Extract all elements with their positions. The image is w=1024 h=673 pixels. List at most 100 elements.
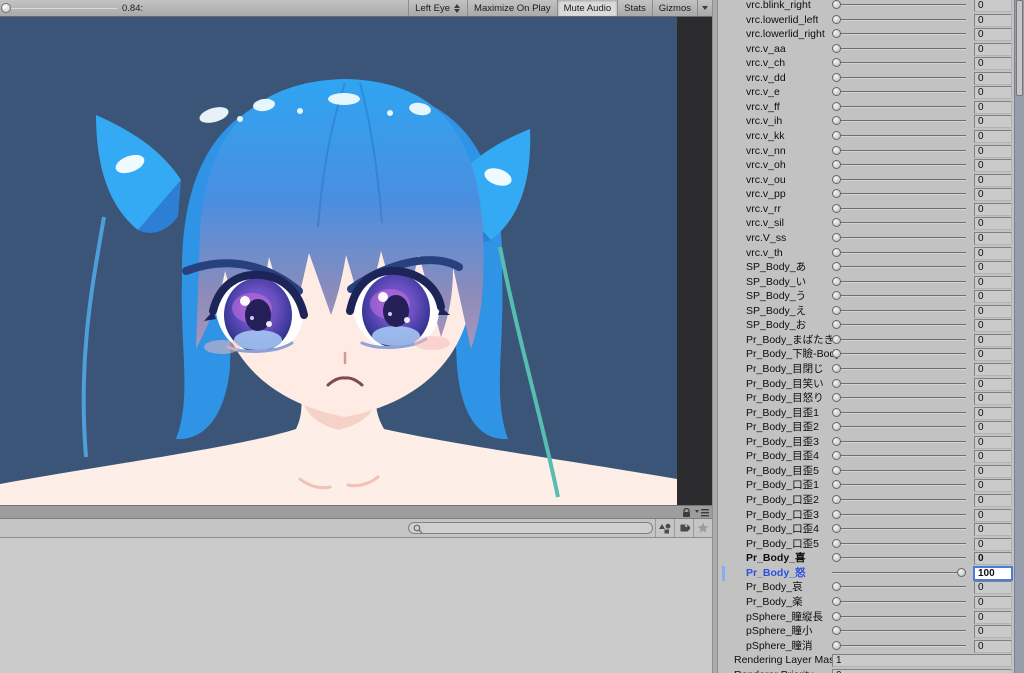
blendshape-value-field[interactable]: 0 bbox=[974, 421, 1012, 435]
slider-handle[interactable] bbox=[832, 116, 841, 126]
property-value-field[interactable]: 0 bbox=[832, 668, 1012, 673]
blendshape-value-field[interactable]: 0 bbox=[974, 581, 1012, 595]
slider-handle[interactable] bbox=[832, 451, 841, 461]
blendshape-slider[interactable] bbox=[832, 216, 966, 231]
slider-handle[interactable] bbox=[832, 320, 841, 330]
blendshape-value-field[interactable]: 0 bbox=[974, 392, 1012, 406]
blendshape-value-field[interactable]: 0 bbox=[974, 71, 1012, 85]
lock-icon[interactable] bbox=[682, 507, 691, 518]
slider-handle[interactable] bbox=[832, 276, 841, 286]
blendshape-value-field[interactable]: 0 bbox=[974, 363, 1012, 376]
blendshape-value-field[interactable]: 0 bbox=[974, 275, 1012, 289]
slider-handle[interactable] bbox=[832, 203, 841, 213]
blendshape-slider[interactable] bbox=[832, 377, 966, 392]
blendshape-value-field[interactable]: 0 bbox=[974, 28, 1012, 42]
blendshape-slider[interactable] bbox=[832, 202, 966, 217]
blendshape-value-field[interactable]: 0 bbox=[974, 246, 1012, 260]
blendshape-slider[interactable] bbox=[832, 289, 966, 304]
slider-handle[interactable] bbox=[832, 509, 841, 519]
slider-handle[interactable] bbox=[832, 524, 841, 534]
blendshape-slider[interactable] bbox=[832, 551, 966, 566]
slider-handle[interactable] bbox=[832, 436, 841, 446]
slider-handle[interactable] bbox=[832, 364, 841, 373]
search-input[interactable] bbox=[408, 522, 653, 534]
zoom-slider-handle[interactable] bbox=[1, 3, 11, 13]
blendshape-value-field[interactable]: 0 bbox=[974, 261, 1012, 275]
blendshape-slider[interactable] bbox=[832, 129, 966, 144]
slider-handle[interactable] bbox=[832, 291, 841, 301]
blendshape-value-field[interactable]: 0 bbox=[974, 537, 1012, 551]
blendshape-value-field[interactable]: 0 bbox=[974, 173, 1012, 187]
blendshape-value-field[interactable]: 0 bbox=[974, 494, 1012, 508]
panel-menu-icon[interactable] bbox=[695, 508, 709, 517]
blendshape-slider[interactable] bbox=[832, 71, 966, 86]
slider-handle[interactable] bbox=[832, 262, 841, 272]
blendshape-value-field[interactable]: 0 bbox=[974, 479, 1012, 493]
slider-handle[interactable] bbox=[832, 29, 841, 39]
slider-handle[interactable] bbox=[832, 334, 841, 344]
slider-handle[interactable] bbox=[832, 422, 841, 432]
blendshape-slider[interactable] bbox=[832, 595, 966, 610]
blendshape-slider[interactable] bbox=[832, 275, 966, 290]
blendshape-value-field[interactable]: 0 bbox=[974, 406, 1012, 420]
blendshape-slider[interactable] bbox=[832, 478, 966, 493]
slider-handle[interactable] bbox=[832, 0, 841, 9]
blendshape-value-field[interactable]: 0 bbox=[974, 0, 1012, 12]
blendshape-value-field[interactable]: 100 bbox=[973, 565, 1013, 581]
stats-button[interactable]: Stats bbox=[617, 0, 652, 16]
blendshape-value-field[interactable]: 0 bbox=[974, 231, 1012, 245]
blendshape-slider[interactable] bbox=[832, 144, 966, 159]
blendshape-value-field[interactable]: 0 bbox=[974, 290, 1012, 304]
slider-handle[interactable] bbox=[832, 72, 841, 82]
blendshape-value-field[interactable]: 0 bbox=[974, 319, 1012, 333]
blendshape-slider[interactable] bbox=[832, 246, 966, 261]
slider-handle[interactable] bbox=[832, 582, 841, 592]
blendshape-slider[interactable] bbox=[832, 435, 966, 450]
blendshape-slider[interactable] bbox=[832, 347, 966, 362]
blendshape-value-field[interactable]: 0 bbox=[974, 552, 1012, 566]
blendshape-value-field[interactable]: 0 bbox=[974, 42, 1012, 56]
blendshape-slider[interactable] bbox=[832, 333, 966, 348]
slider-handle[interactable] bbox=[832, 407, 841, 417]
blendshape-slider[interactable] bbox=[832, 158, 966, 173]
blendshape-value-field[interactable]: 0 bbox=[974, 130, 1012, 144]
gizmos-dropdown[interactable] bbox=[697, 0, 712, 16]
blendshape-slider[interactable] bbox=[832, 42, 966, 57]
blendshape-slider[interactable] bbox=[832, 449, 966, 464]
slider-handle[interactable] bbox=[832, 43, 841, 53]
blendshape-value-field[interactable]: 0 bbox=[974, 57, 1012, 71]
blendshape-slider[interactable] bbox=[832, 580, 966, 595]
blendshape-value-field[interactable]: 0 bbox=[974, 144, 1012, 158]
slider-handle[interactable] bbox=[832, 538, 841, 548]
blendshape-slider[interactable] bbox=[832, 13, 966, 28]
property-value-field[interactable]: 1 bbox=[832, 654, 1012, 668]
game-viewport[interactable] bbox=[0, 17, 712, 505]
blendshape-value-field[interactable]: 0 bbox=[974, 377, 1012, 391]
blendshape-value-field[interactable]: 0 bbox=[974, 217, 1012, 231]
blendshape-slider[interactable] bbox=[832, 100, 966, 115]
slider-handle[interactable] bbox=[832, 480, 841, 490]
blendshape-slider[interactable] bbox=[832, 27, 966, 42]
slider-handle[interactable] bbox=[832, 349, 841, 359]
blendshape-value-field[interactable]: 0 bbox=[974, 523, 1012, 537]
slider-handle[interactable] bbox=[832, 101, 841, 111]
slider-handle[interactable] bbox=[832, 640, 841, 650]
maximize-on-play-button[interactable]: Maximize On Play bbox=[467, 0, 557, 16]
blendshape-value-field[interactable]: 0 bbox=[974, 610, 1012, 624]
blendshape-slider[interactable] bbox=[832, 420, 966, 435]
slider-handle[interactable] bbox=[832, 218, 841, 228]
blendshape-slider[interactable] bbox=[832, 85, 966, 100]
slider-handle[interactable] bbox=[832, 174, 841, 184]
blendshape-value-field[interactable]: 0 bbox=[974, 435, 1012, 449]
slider-handle[interactable] bbox=[832, 14, 841, 24]
blendshape-slider[interactable] bbox=[832, 318, 966, 333]
blendshape-slider[interactable] bbox=[832, 508, 966, 523]
blendshape-slider[interactable] bbox=[832, 639, 966, 654]
slider-handle[interactable] bbox=[957, 567, 966, 577]
blendshape-slider[interactable] bbox=[832, 0, 966, 13]
filter-by-label-button[interactable] bbox=[674, 519, 693, 537]
slider-handle[interactable] bbox=[832, 160, 841, 170]
blendshape-slider[interactable] bbox=[832, 464, 966, 479]
gizmos-button[interactable]: Gizmos bbox=[651, 0, 697, 16]
blendshape-slider[interactable] bbox=[832, 187, 966, 202]
